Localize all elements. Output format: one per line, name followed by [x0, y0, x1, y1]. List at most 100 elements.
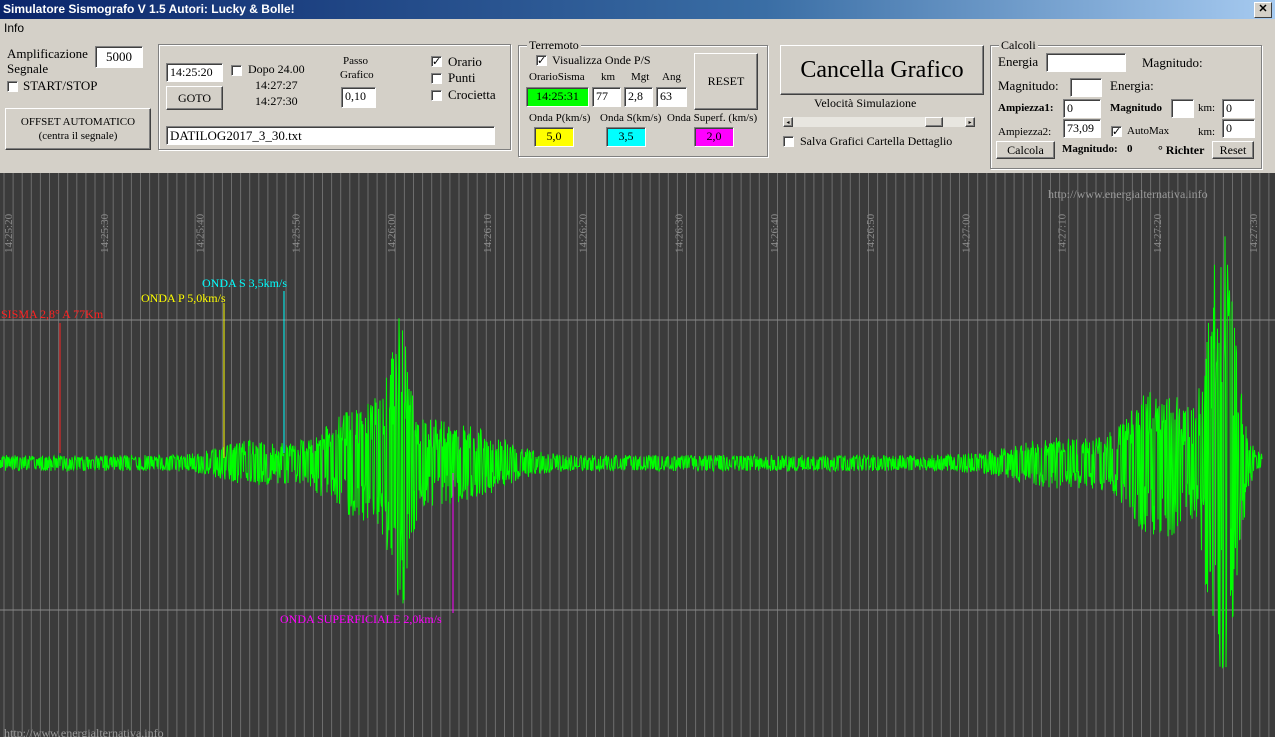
tick-label: 14:26:20	[578, 213, 590, 253]
close-icon: ✕	[1258, 3, 1268, 15]
crocietta-checkbox[interactable]	[431, 90, 442, 101]
automax-check: ✓	[1112, 125, 1122, 138]
start-stop-label: START/STOP	[23, 78, 98, 93]
mgt-input[interactable]: 2,8	[624, 87, 653, 107]
sisma-marker-label: SISMA 2,8° A 77Km	[1, 307, 104, 321]
grafico-label: Grafico	[340, 69, 374, 81]
magnitudo-top-label: Magnitudo:	[1142, 55, 1203, 70]
tick-label: 14:25:40	[195, 213, 207, 253]
tick-label: 14:25:20	[3, 213, 15, 253]
punti-label: Punti	[448, 70, 476, 85]
km-input[interactable]: 77	[592, 87, 621, 107]
tick-label: 14:27:30	[1248, 213, 1260, 253]
onda-p-label: Onda P(km/s)	[529, 112, 591, 124]
onda-p-input[interactable]: 5,0	[534, 127, 574, 147]
slider-left-arrow-icon[interactable]: ◂	[783, 117, 793, 127]
ang-input[interactable]: 63	[656, 87, 687, 107]
slider-thumb[interactable]	[925, 117, 944, 127]
magnitudo-bold-input[interactable]	[1171, 99, 1194, 118]
automax-checkbox[interactable]: ✓	[1111, 126, 1122, 137]
salva-checkbox[interactable]	[783, 136, 794, 147]
km-header: km	[601, 71, 616, 83]
close-button[interactable]: ✕	[1254, 2, 1272, 18]
km2-label: km:	[1198, 126, 1216, 138]
richter-label: ° Richter	[1158, 143, 1205, 157]
cancella-grafico-button[interactable]: Cancella Grafico	[780, 45, 984, 95]
offset-label: OFFSET AUTOMATICO	[20, 116, 136, 128]
orario-check: ✓	[432, 55, 442, 68]
ampiezza1-input[interactable]: 0	[1063, 99, 1101, 118]
watermark-bottom: http://www.energialternativa.info	[4, 726, 164, 737]
start-time-input[interactable]: 14:25:20	[166, 63, 223, 82]
velocita-slider[interactable]: ◂ ▸	[783, 117, 975, 127]
terremoto-legend: Terremoto	[527, 38, 581, 53]
slider-right-arrow-icon[interactable]: ▸	[965, 117, 975, 127]
passo-input[interactable]: 0,10	[341, 87, 376, 108]
time-b: 14:27:30	[255, 94, 298, 108]
ampiezza1-label: Ampiezza1:	[998, 102, 1054, 114]
visualizza-checkbox[interactable]: ✓	[536, 55, 547, 66]
dopo-checkbox[interactable]	[231, 65, 242, 76]
time-a: 14:27:27	[255, 78, 298, 92]
visualizza-label: Visualizza Onde P/S	[552, 53, 651, 67]
km1-input[interactable]: 0	[1222, 99, 1255, 118]
terremoto-reset-button[interactable]: RESET	[694, 53, 758, 110]
watermark-top: http://www.energialternativa.info	[1048, 187, 1208, 201]
passo-label: Passo	[343, 55, 369, 67]
start-stop-checkbox[interactable]	[7, 81, 18, 92]
tick-label: 14:26:30	[673, 213, 685, 253]
window-title: Simulatore Sismografo V 1.5 Autori: Luck…	[3, 2, 295, 16]
tick-label: 14:27:00	[961, 213, 973, 253]
magnitudo2-input[interactable]	[1070, 78, 1102, 97]
punti-checkbox[interactable]	[431, 73, 442, 84]
visualizza-check: ✓	[537, 54, 547, 67]
tick-label: 14:26:10	[482, 213, 494, 253]
seismograph-area[interactable]: 14:25:20 14:25:30 14:25:40 14:25:50 14:26:00…	[0, 173, 1275, 737]
ampiezza2-label: Ampiezza2:	[998, 126, 1052, 138]
magnitudo-bold-label: Magnitudo	[1110, 102, 1162, 114]
amplification-label: Amplificazione	[7, 46, 88, 61]
magnitudo-result-label: Magnitudo:	[1062, 143, 1118, 155]
menu-info[interactable]: Info	[4, 21, 24, 35]
calcoli-reset-button[interactable]: Reset	[1212, 141, 1254, 159]
offset-sublabel: (centra il segnale)	[38, 130, 118, 142]
onda-s-label: Onda S(km/s)	[600, 112, 662, 124]
goto-button[interactable]: GOTO	[166, 86, 223, 110]
mgt-header: Mgt	[631, 71, 650, 83]
title-bar: Simulatore Sismografo V 1.5 Autori: Luck…	[0, 0, 1275, 19]
seismograph-canvas: 14:25:20 14:25:30 14:25:40 14:25:50 14:26:00…	[0, 173, 1275, 737]
velocita-label: Velocità Simulazione	[814, 96, 917, 110]
automax-label: AutoMax	[1127, 125, 1170, 137]
energia-input[interactable]	[1046, 53, 1126, 72]
energia2-label: Energia:	[1110, 78, 1154, 93]
orario-sisma-header: OrarioSisma	[529, 71, 585, 83]
tick-label: 14:27:10	[1056, 213, 1068, 253]
magnitudo2-label: Magnitudo:	[998, 78, 1059, 93]
onda-p-marker-label: ONDA P 5,0km/s	[141, 291, 226, 305]
menu-bar: Info	[0, 19, 1275, 37]
file-input[interactable]: DATILOG2017_3_30.txt	[166, 126, 495, 145]
orario-label: Orario	[448, 54, 482, 69]
amplification-input[interactable]: 5000	[95, 46, 143, 68]
orario-checkbox[interactable]: ✓	[431, 56, 442, 67]
magnitudo-result: 0	[1127, 143, 1133, 155]
tick-label: 14:25:50	[290, 213, 302, 253]
tick-label: 14:26:00	[386, 213, 398, 253]
offset-automatic-button[interactable]: OFFSET AUTOMATICO (centra il segnale)	[5, 108, 151, 150]
calcola-button[interactable]: Calcola	[996, 141, 1055, 159]
salva-label: Salva Grafici Cartella Dettaglio	[800, 134, 953, 148]
onda-s-input[interactable]: 3,5	[606, 127, 646, 147]
onda-sup-marker-label: ONDA SUPERFICIALE 2,0km/s	[280, 612, 442, 626]
km1-label: km:	[1198, 102, 1216, 114]
ampiezza2-input[interactable]: 73,09	[1063, 119, 1101, 138]
dopo-label: Dopo 24.00	[248, 62, 305, 76]
orario-sisma-input[interactable]: 14:25:31	[526, 87, 589, 107]
crocietta-label: Crocietta	[448, 87, 496, 102]
onda-sup-input[interactable]: 2,0	[694, 127, 734, 147]
tick-label: 14:26:50	[865, 213, 877, 253]
tick-label: 14:27:20	[1152, 213, 1164, 253]
signal-label: Segnale	[7, 61, 49, 76]
onda-sup-label: Onda Superf. (km/s)	[667, 112, 758, 124]
km2-input[interactable]: 0	[1222, 119, 1255, 138]
tick-label: 14:26:40	[769, 213, 781, 253]
